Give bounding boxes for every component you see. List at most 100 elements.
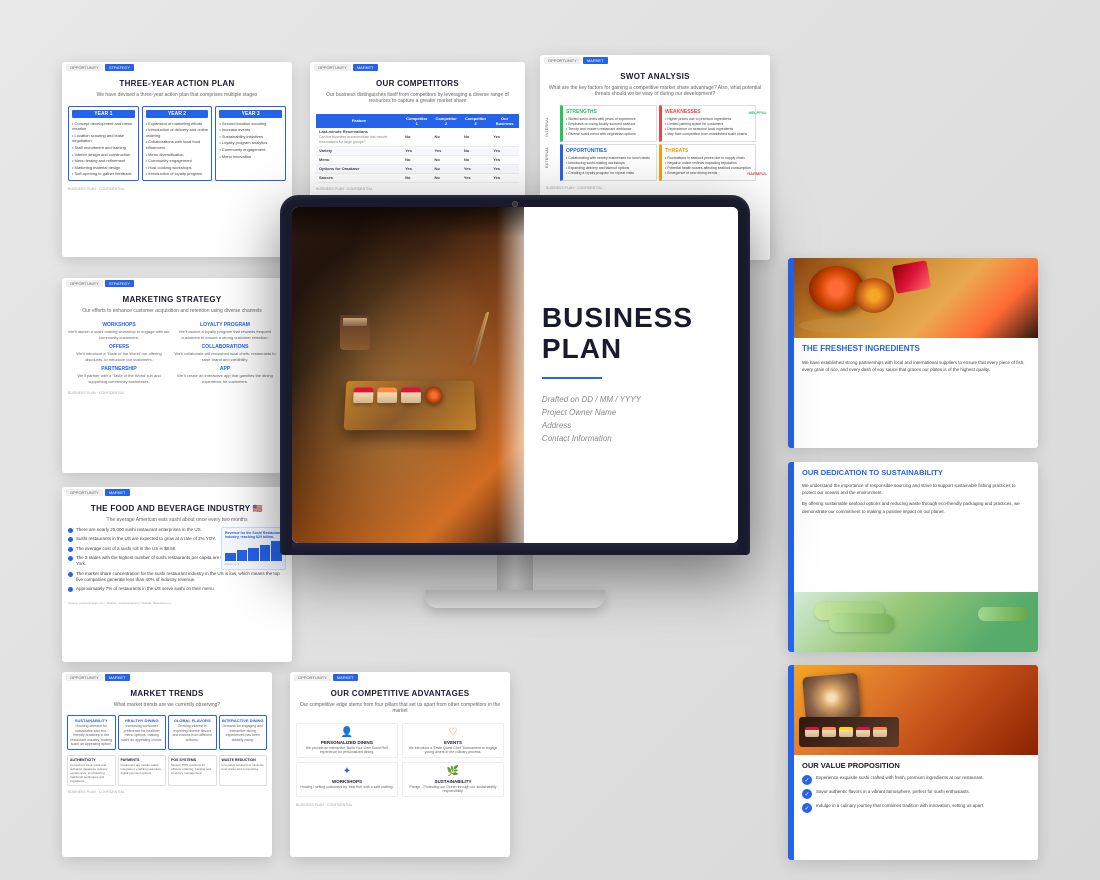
t1-title: SUSTAINABILITY [70, 718, 113, 723]
slide-competitive-adv[interactable]: OPPORTUNITY MARKET OUR COMPETITIVE ADVAN… [290, 672, 510, 857]
competitors-title: OUR COMPETITORS [310, 73, 525, 92]
slide-three-year[interactable]: OPPORTUNITY STRATEGY THREE-YEAR ACTION P… [62, 62, 292, 257]
trend-payments: PAYMENTS Customers are mobile wallet int… [118, 755, 167, 786]
spring-roll-3 [978, 607, 1028, 621]
monitor-wrapper: BUSINESS PLAN Drafted on DD / MM / YYYY … [280, 195, 750, 655]
tag-opp-adv: OPPORTUNITY [294, 674, 331, 681]
swot-weaknesses: WEAKNESSES • Higher prices due to premiu… [659, 105, 756, 142]
bar-labels: Target of $... [225, 562, 282, 566]
mkt-offers-text: We'll introduce a 'Taste of the World' r… [68, 351, 170, 362]
freshest-title: THE FRESHEST INGREDIENTS [802, 344, 1030, 354]
slide-freshest[interactable]: THE FRESHEST INGREDIENTS We have establi… [788, 258, 1038, 448]
year-3-box: YEAR 3 • Second location scouting • Incr… [215, 106, 286, 181]
salmon-visual [802, 673, 861, 723]
swot-t-header: THREATS [665, 148, 752, 154]
t3-title: GLOBAL FLAVORS [171, 718, 214, 723]
three-year-title: THREE-YEAR ACTION PLAN [62, 73, 292, 92]
feature-label: Options for Omakase [316, 164, 402, 173]
trend-sustainability: SUSTAINABILITY Growing demand for sustai… [67, 715, 116, 750]
trend-healthy: HEALTHY DINING Increasing consumer prefe… [118, 715, 167, 750]
swot-label-internal: INTERNAL [544, 117, 549, 137]
revenue-title: Revenue for the Sushi Restaurant Industr… [225, 531, 282, 539]
table-row: Variety Yes Yes No Yes [316, 146, 519, 155]
bp-meta-3: Address [542, 421, 720, 430]
c2-val: No [431, 128, 460, 147]
value-text-3: Indulge in a culinary journey that combi… [816, 803, 984, 809]
us-val: Yes [490, 128, 519, 147]
adv-s-text: Pledge - Protecting our Ocean through ou… [406, 785, 500, 793]
stat-dot-4 [68, 556, 73, 561]
bp-title-business: BUSINESS [542, 303, 720, 334]
s3 [839, 727, 853, 737]
tl3-title: POS SYSTEMS [171, 758, 214, 762]
stat-dot-5 [68, 572, 73, 577]
monitor-bezel-bottom [292, 543, 738, 551]
bar-3 [248, 548, 259, 561]
col-header-c1: Competitor 1 [402, 114, 431, 128]
feature-label: Variety [316, 146, 402, 155]
y1-item-2: • Location scouting and lease negotiatio… [72, 132, 135, 144]
us-val: Yes [490, 164, 519, 173]
col-header-c2: Competitor 2 [431, 114, 460, 128]
c3-val: No [461, 146, 490, 155]
trend-auth: AUTHENTICITY Consumers seek sushi and au… [67, 755, 116, 786]
slide-food-beverage[interactable]: OPPORTUNITY MARKET THE FOOD AND BEVERAGE… [62, 487, 292, 662]
monitor-outer: BUSINESS PLAN Drafted on DD / MM / YYYY … [280, 195, 750, 555]
b-roll-1 [424, 387, 442, 404]
footer-confidential-swot: BUSINESS PLAN · CONFIDENTIAL [546, 186, 603, 190]
slide-sustainability[interactable]: OUR DEDICATION TO SUSTAINABILITY We unde… [788, 462, 1038, 652]
c3-val: No [461, 155, 490, 164]
c2-val: No [431, 164, 460, 173]
upper-trends: SUSTAINABILITY Growing demand for sustai… [62, 712, 272, 753]
slide-value-prop[interactable]: OUR VALUE PROPOSITION ✓ Experience exqui… [788, 665, 1038, 860]
adv-w-text: Hosting / selling customers try 'best fi… [300, 785, 394, 789]
tag-market-comp: MARKET [353, 64, 378, 71]
check-icon-2: ✓ [802, 789, 812, 799]
mkt-workshops-text: We'll launch a sushi making workshop to … [68, 329, 170, 340]
stat-text-5: The market share concentration for the s… [76, 571, 286, 584]
s5 [873, 727, 887, 737]
y3-item-4: • Loyalty program analytics [219, 140, 282, 147]
y3-item-1: • Second location scouting [219, 120, 282, 127]
table-row: Options for Omakase Yes No Yes Yes [316, 164, 519, 173]
b-sushi-1 [353, 388, 373, 403]
sushi-circle-2 [854, 278, 894, 313]
adv-subtitle: Our competitive edge stems from four pil… [290, 702, 510, 719]
swot-s-header: STRENGTHS [566, 109, 653, 115]
s4 [856, 727, 870, 737]
tag-market-trends: MARKET [105, 674, 130, 681]
fb-stat-6: Approximately 7% of restaurants in the U… [62, 586, 292, 592]
mkt-partner-title: PARTNERSHIP [68, 366, 170, 372]
stat-text-2: Sushi restaurants in the US are expected… [76, 536, 216, 542]
personalized-icon: 👤 [300, 727, 394, 738]
c3-val: No [461, 128, 490, 147]
tl4-text: Innovative solutions to minimize food wa… [222, 763, 265, 771]
swot-s-items: • Skilled sushi chefs with years of expe… [566, 117, 653, 138]
adv-title: OUR COMPETITIVE ADVANTAGES [290, 683, 510, 702]
trend-global: GLOBAL FLAVORS Growing interest in explo… [168, 715, 217, 750]
us-val: Yes [490, 146, 519, 155]
y1-item-5: • Menu testing and refinement [72, 158, 135, 165]
footer-confidential-2: BUSINESS PLAN · CONFIDENTIAL [316, 187, 373, 191]
tl4-title: WASTE REDUCTION [222, 758, 265, 762]
revenue-bars [225, 541, 282, 561]
adv-e-title: EVENTS [406, 740, 500, 745]
bp-food-left [292, 207, 537, 543]
adv-sustain: 🌿 SUSTAINABILITY Pledge - Protecting our… [402, 762, 504, 797]
b-sushi-3 [401, 388, 421, 403]
adv-w-title: WORKSHOPS [300, 779, 394, 784]
slide-market-trends[interactable]: OPPORTUNITY MARKET MARKET TRENDS What ma… [62, 672, 272, 857]
marketing-items: WORKSHOPS We'll launch a sushi making wo… [62, 318, 282, 389]
trends-subtitle: What market trends are we currently obse… [62, 702, 272, 713]
stat-text-1: There are nearly 20,000 sushi restaurant… [76, 527, 202, 533]
year-3-header: YEAR 3 [219, 110, 282, 118]
mkt-collab-title: COLLABORATIONS [174, 344, 276, 350]
competitors-subtitle: Our business distinguishes itself from c… [310, 92, 525, 109]
platter-area [335, 310, 495, 440]
footer-confidential-mkt: BUSINESS PLAN · CONFIDENTIAL [68, 391, 125, 395]
tl3-text: Modern POS solutions for efficient order… [171, 763, 214, 775]
spring-roll-2 [829, 614, 894, 632]
stat-dot-6 [68, 587, 73, 592]
bp-underline [542, 377, 602, 379]
slide-marketing[interactable]: OPPORTUNITY STRATEGY MARKETING STRATEGY … [62, 278, 282, 473]
